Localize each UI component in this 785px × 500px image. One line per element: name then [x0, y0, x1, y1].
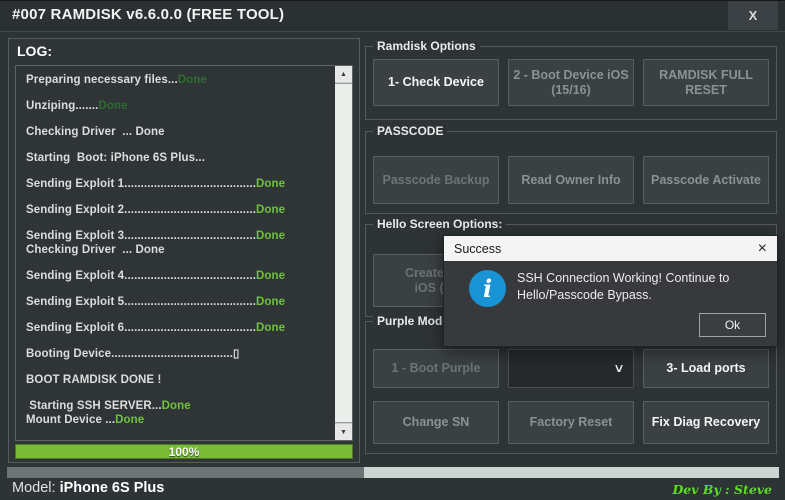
chevron-down-icon: ˅	[615, 360, 623, 376]
log-label: LOG:	[17, 43, 52, 59]
group-passcode-label: PASSCODE	[373, 124, 447, 138]
model-label: Model:	[12, 480, 60, 496]
ok-button[interactable]: Ok	[699, 313, 766, 337]
log-line: Starting SSH SERVER...Done	[26, 400, 333, 413]
log-line: Preparing necessary files...Done	[26, 74, 333, 87]
group-hello-screen-options-label: Hello Screen Options:	[373, 217, 506, 231]
log-line: BOOT RAMDISK DONE !	[26, 374, 333, 387]
factory-reset-button[interactable]: Factory Reset	[508, 401, 634, 444]
success-dialog: Success × i SSH Connection Working! Cont…	[443, 235, 778, 347]
group-ramdisk-options-label: Ramdisk Options	[373, 39, 480, 53]
log-line: Mount Device ...Done	[26, 414, 333, 427]
model-value: iPhone 6S Plus	[60, 480, 165, 496]
group-passcode: PASSCODE Passcode BackupRead Owner InfoP…	[365, 131, 777, 214]
model-status: Model: iPhone 6S Plus	[12, 480, 164, 496]
window-title: #007 RAMDISK v6.6.0.0 (FREE TOOL)	[12, 6, 284, 23]
log-line: Sending Exploit 3.......................…	[26, 230, 333, 243]
dialog-body: i SSH Connection Working! Continue to He…	[444, 261, 777, 346]
dialog-message: SSH Connection Working! Continue to Hell…	[517, 270, 729, 304]
dialog-close-icon[interactable]: ×	[758, 241, 767, 257]
app-window: #007 RAMDISK v6.6.0.0 (FREE TOOL) X LOG:…	[0, 0, 785, 500]
log-line: Sending Exploit 6.......................…	[26, 322, 333, 335]
bottom-progress-bar-right	[364, 467, 779, 478]
scroll-up-icon[interactable]: ▲	[335, 66, 352, 82]
log-line: Sending Exploit 2.......................…	[26, 204, 333, 217]
passcode-activate-button[interactable]: Passcode Activate	[643, 156, 769, 204]
dialog-title-bar: Success ×	[444, 236, 777, 261]
progress-percent: 100%	[169, 445, 200, 459]
log-line: Sending Exploit 5.......................…	[26, 296, 333, 309]
log-line: Unziping.......Done	[26, 100, 333, 113]
close-icon: X	[749, 8, 758, 23]
log-line: Checking Driver ... Done	[26, 244, 333, 257]
scrollbar-thumb[interactable]	[335, 83, 352, 423]
log-line: Starting Boot: iPhone 6S Plus...	[26, 152, 333, 165]
log-line: Sending Exploit 1.......................…	[26, 178, 333, 191]
dev-credit: Dev By : Steve	[672, 482, 772, 497]
group-purple-mode-label: Purple Mode	[373, 314, 453, 328]
log-progress-bar: 100%	[15, 444, 353, 459]
log-line: Booting Device..........................…	[26, 348, 333, 361]
dialog-message-line1: SSH Connection Working! Continue to	[517, 270, 729, 287]
dialog-title: Success	[454, 242, 501, 256]
info-icon: i	[469, 270, 506, 307]
scroll-down-icon[interactable]: ▼	[335, 424, 352, 440]
check-device-button[interactable]: 1- Check Device	[373, 59, 499, 106]
ramdisk-full-reset-button[interactable]: RAMDISK FULL RESET	[643, 59, 769, 106]
log-lines: Preparing necessary files...Done Unziping…	[16, 66, 335, 440]
log-line: Sending Exploit 4.......................…	[26, 270, 333, 283]
group-ramdisk-options: Ramdisk Options 1- Check Device2 - Boot …	[365, 46, 777, 120]
log-line: Checking Driver ... Done	[26, 126, 333, 139]
close-button[interactable]: X	[728, 1, 778, 30]
log-box: Preparing necessary files...Done Unziping…	[15, 65, 353, 441]
change-sn-button[interactable]: Change SN	[373, 401, 499, 444]
boot-purple-button[interactable]: 1 - Boot Purple	[373, 349, 499, 388]
boot-device-ios-button[interactable]: 2 - Boot Device iOS (15/16)	[508, 59, 634, 106]
fix-diag-recovery-button[interactable]: Fix Diag Recovery	[643, 401, 769, 444]
bottom-progress-bar-left	[7, 467, 364, 478]
passcode-backup-button[interactable]: Passcode Backup	[373, 156, 499, 204]
log-panel: LOG: Preparing necessary files...Done Unz…	[8, 38, 360, 463]
title-bar: #007 RAMDISK v6.6.0.0 (FREE TOOL) X	[0, 1, 785, 32]
log-scrollbar[interactable]: ▲ ▼	[335, 66, 352, 440]
dialog-message-line2: Hello/Passcode Bypass.	[517, 287, 729, 304]
load-ports-button[interactable]: 3- Load ports	[643, 349, 769, 388]
read-owner-info-button[interactable]: Read Owner Info	[508, 156, 634, 204]
purple-mode-dropdown[interactable]: ˅	[508, 349, 634, 388]
